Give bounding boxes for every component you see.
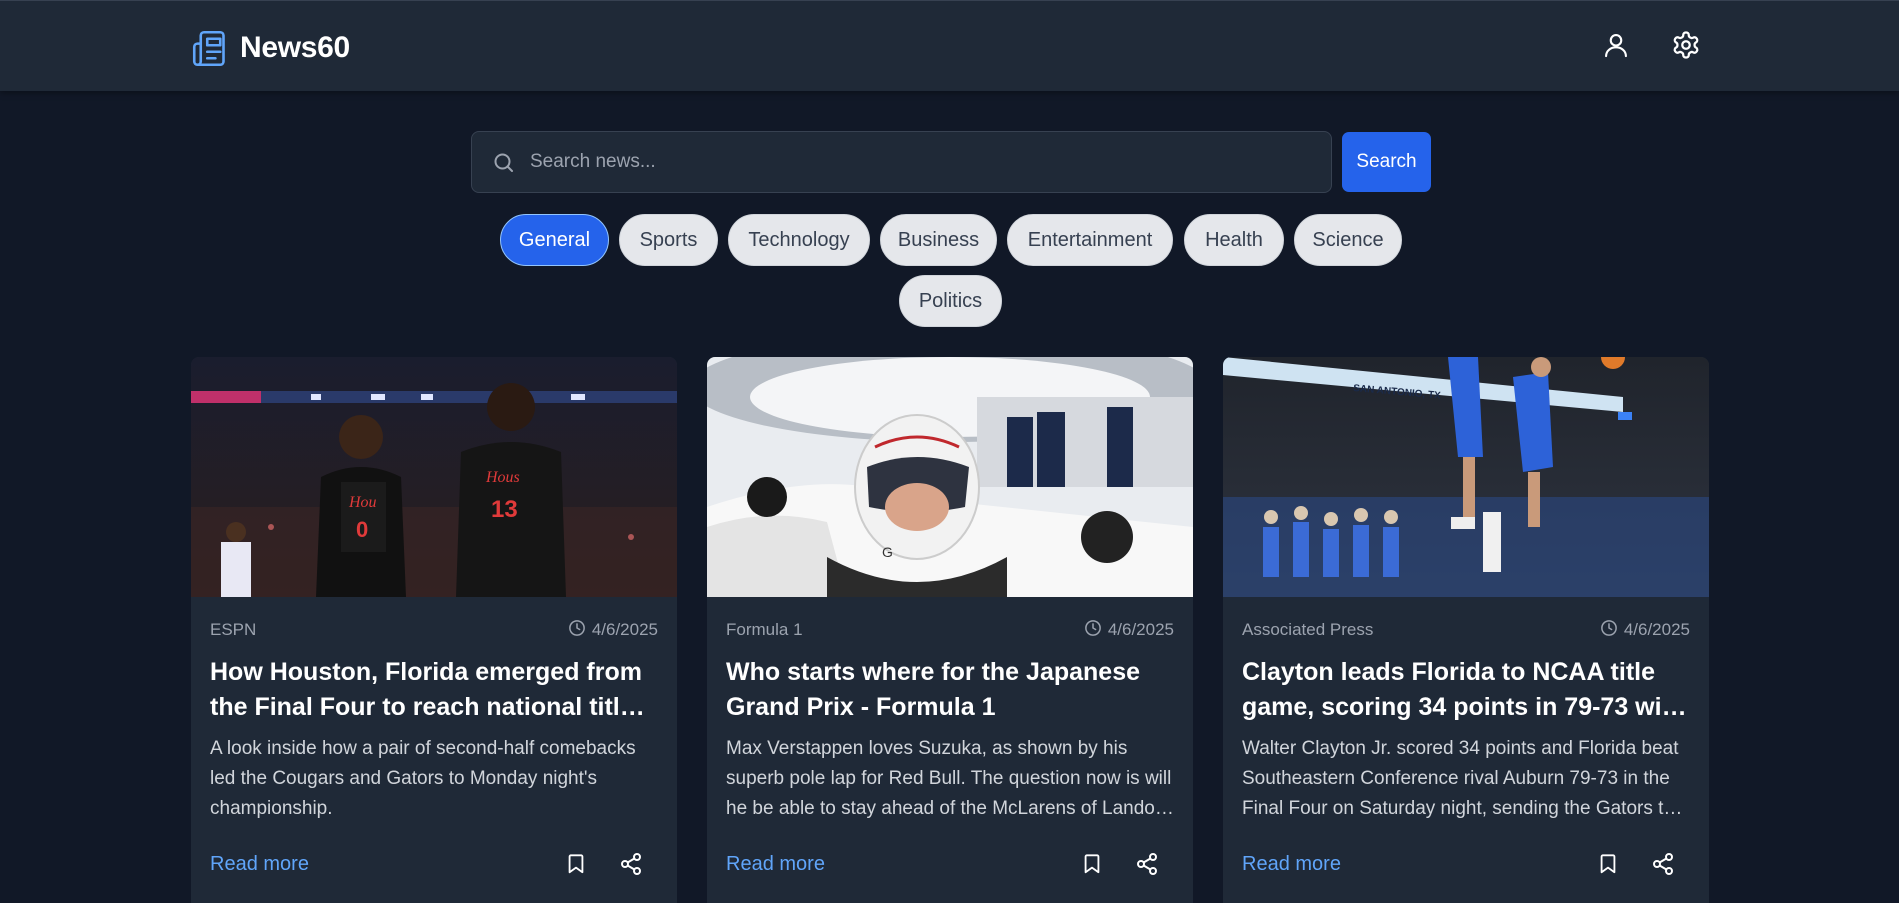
svg-text:Hou: Hou <box>348 494 377 511</box>
clock-icon <box>1600 619 1618 642</box>
article-meta: Associated Press 4/6/2025 <box>1242 619 1690 641</box>
clock-icon <box>1084 619 1102 642</box>
article-description: A look inside how a pair of second-half … <box>210 738 636 819</box>
article-card: Hou 0 Hous 13 ESPN 4/6/2025 How Houston,… <box>191 357 677 903</box>
search-button[interactable]: Search <box>1342 132 1431 192</box>
newspaper-icon <box>191 29 230 68</box>
article-card: G Formula 1 4/6/2025 Who starts where fo… <box>707 357 1193 903</box>
read-more-link[interactable]: Read more <box>210 853 309 876</box>
top-navbar: News60 <box>0 0 1899 91</box>
clock-icon <box>568 619 586 642</box>
article-title[interactable]: Clayton leads Florida to NCAA title game… <box>1242 655 1690 725</box>
category-general[interactable]: General <box>500 214 609 266</box>
category-entertainment[interactable]: Entertainment <box>1007 214 1173 266</box>
svg-text:0: 0 <box>356 517 368 542</box>
category-science[interactable]: Science <box>1294 214 1402 266</box>
read-more-link[interactable]: Read more <box>726 853 825 876</box>
svg-text:G: G <box>882 544 893 560</box>
article-meta: Formula 1 4/6/2025 <box>726 619 1174 641</box>
category-business[interactable]: Business <box>880 214 997 266</box>
bookmark-icon <box>565 852 587 881</box>
search-bar <box>471 131 1332 193</box>
article-image[interactable]: SAN ANTONIO, TX <box>1223 357 1709 597</box>
search-icon <box>492 151 516 175</box>
gear-icon <box>1671 30 1701 65</box>
article-date-text: 4/6/2025 <box>1623 620 1690 639</box>
bookmark-icon <box>1081 852 1103 881</box>
article-card: SAN ANTONIO, TX Associated Press 4/6/202… <box>1223 357 1709 903</box>
brand-name: News60 <box>240 31 350 64</box>
article-source: Formula 1 <box>726 620 803 639</box>
bookmark-button[interactable] <box>1593 851 1623 881</box>
user-icon <box>1602 31 1630 64</box>
category-politics[interactable]: Politics <box>899 275 1002 327</box>
category-technology[interactable]: Technology <box>728 214 870 266</box>
article-date-text: 4/6/2025 <box>591 620 658 639</box>
share-icon <box>619 852 643 881</box>
article-title[interactable]: Who starts where for the Japanese Grand … <box>726 655 1174 725</box>
article-source: ESPN <box>210 620 257 639</box>
article-date: 4/6/2025 <box>568 619 658 642</box>
bookmark-button[interactable] <box>561 851 591 881</box>
article-date: 4/6/2025 <box>1084 619 1174 642</box>
article-description: Walter Clayton Jr. scored 34 points and … <box>1242 738 1679 819</box>
article-image[interactable]: G <box>707 357 1193 597</box>
search-input[interactable] <box>530 132 1320 192</box>
article-title[interactable]: How Houston, Florida emerged from the Fi… <box>210 655 658 725</box>
share-icon <box>1135 852 1159 881</box>
bookmark-button[interactable] <box>1077 851 1107 881</box>
read-more-link[interactable]: Read more <box>1242 853 1341 876</box>
svg-text:Hous: Hous <box>485 469 520 486</box>
brand-logo[interactable]: News60 <box>191 28 350 68</box>
article-date-text: 4/6/2025 <box>1107 620 1174 639</box>
article-source: Associated Press <box>1242 620 1374 639</box>
article-description: Max Verstappen loves Suzuka, as shown by… <box>726 738 1172 819</box>
category-health[interactable]: Health <box>1184 214 1284 266</box>
share-icon <box>1651 852 1675 881</box>
bookmark-icon <box>1597 852 1619 881</box>
article-date: 4/6/2025 <box>1600 619 1690 642</box>
share-button[interactable] <box>1648 851 1678 881</box>
article-image[interactable]: Hou 0 Hous 13 <box>191 357 677 597</box>
category-sports[interactable]: Sports <box>619 214 718 266</box>
svg-text:13: 13 <box>491 496 518 523</box>
profile-button[interactable] <box>1598 29 1634 65</box>
share-button[interactable] <box>1132 851 1162 881</box>
settings-button[interactable] <box>1668 29 1704 65</box>
article-meta: ESPN 4/6/2025 <box>210 619 658 641</box>
share-button[interactable] <box>616 851 646 881</box>
